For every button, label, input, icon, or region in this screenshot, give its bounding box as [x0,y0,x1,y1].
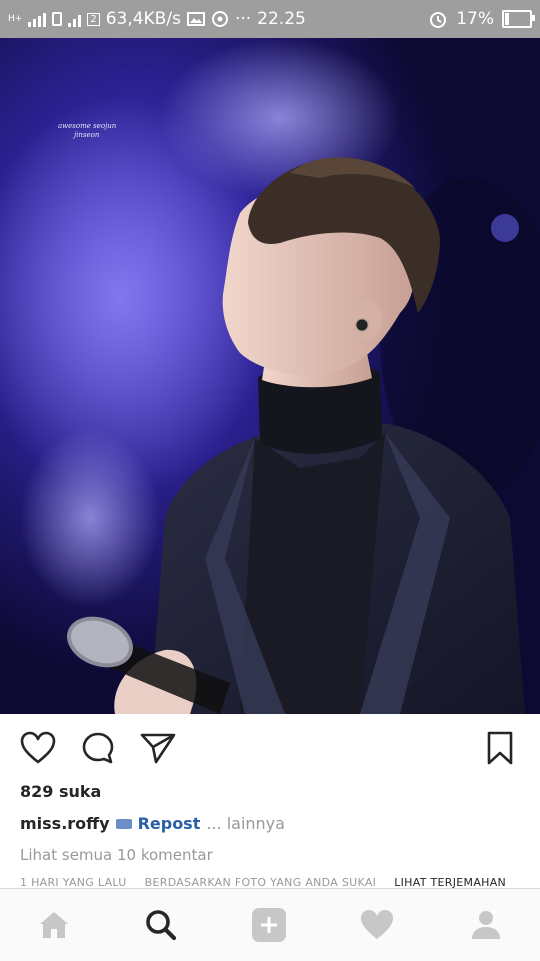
battery-percent: 17% [456,9,494,29]
heart-icon [20,731,56,764]
post-actions [0,728,540,772]
like-count[interactable]: 829 suka [20,782,101,801]
send-icon [140,733,176,764]
profile-icon [472,911,500,939]
notification-icon [211,11,228,27]
view-comments-link[interactable]: Lihat semua 10 komentar [20,846,213,864]
watermark: awesome seojun jinseon [58,122,116,140]
clock: 22.25 [257,9,306,29]
repost-icon [115,818,132,829]
post-caption: miss.roffy Repost ... lainnya [20,814,285,833]
add-icon [252,908,286,942]
like-button[interactable] [18,728,58,768]
home-icon [40,912,68,938]
activity-icon [361,910,393,939]
network-type: H+ [8,13,23,24]
sim-slot: 2 [87,12,100,26]
alarm-icon [430,12,447,28]
more-notifications: ··· [234,9,252,29]
comment-button[interactable] [78,728,118,768]
caption-text: Repost [137,814,201,833]
signal-icon [28,11,47,27]
nav-home[interactable] [34,905,74,945]
nav-search[interactable] [141,905,181,945]
share-button[interactable] [138,728,178,768]
save-button[interactable] [480,728,520,768]
sim-icon [52,12,63,26]
signal-icon-2 [68,11,82,27]
watermark-line1: awesome seojun [58,122,117,130]
comment-icon [82,732,114,764]
battery-icon [502,10,535,28]
username-link[interactable]: miss.roffy [20,814,110,833]
image-icon [186,12,205,26]
more-link[interactable]: ... lainnya [206,814,285,833]
nav-activity[interactable] [357,905,397,945]
search-icon [146,910,177,941]
nav-profile[interactable] [466,905,506,945]
status-bar: H+ 2 63,4KB/s ··· 22.25 17% [0,0,540,38]
nav-add[interactable] [249,905,289,945]
bottom-nav [0,888,540,961]
network-speed: 63,4KB/s [105,9,181,29]
bookmark-icon [487,731,513,765]
watermark-line2: jinseon [74,131,100,139]
post-image[interactable]: awesome seojun jinseon [0,38,540,714]
